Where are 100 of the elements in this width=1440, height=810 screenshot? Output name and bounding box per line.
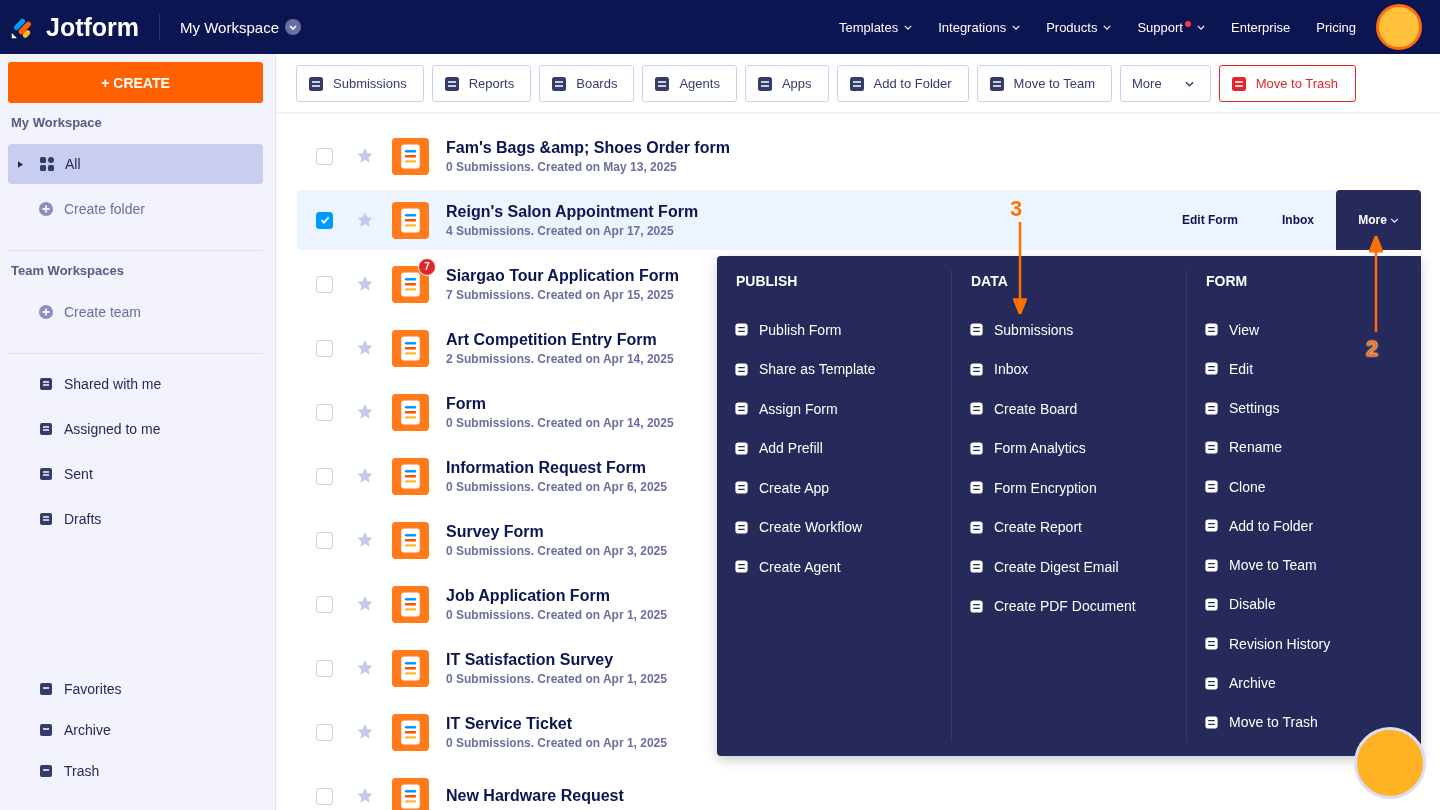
sidebar-item[interactable]: Create team xyxy=(8,292,263,332)
form-title[interactable]: IT Service Ticket xyxy=(446,714,667,733)
form-row[interactable]: Information Request Form 0 Submissions. Created on Apr 6, 2025 xyxy=(297,446,679,506)
checkbox[interactable] xyxy=(316,339,333,357)
sidebar-item[interactable]: Drafts xyxy=(8,499,263,539)
form-row[interactable]: Fam's Bags &amp; Shoes Order form 0 Submissions. Created on May 13, 2025 xyxy=(297,126,742,186)
checkbox[interactable] xyxy=(316,595,333,613)
checkbox[interactable] xyxy=(316,403,333,421)
star-icon[interactable] xyxy=(356,531,374,549)
nav-link[interactable]: Enterprise xyxy=(1231,19,1291,35)
toolbar-button[interactable]: More xyxy=(1120,65,1211,102)
toolbar-button[interactable]: Submissions xyxy=(296,65,424,102)
toolbar-button[interactable]: Boards xyxy=(539,65,635,102)
menu-item[interactable]: Form Encryption xyxy=(969,468,1097,508)
menu-item[interactable]: Inbox xyxy=(969,349,1029,389)
form-row[interactable]: Form 0 Submissions. Created on Apr 14, 2025 xyxy=(297,382,686,442)
menu-item[interactable]: Form Analytics xyxy=(969,428,1086,468)
form-title[interactable]: Siargao Tour Application Form xyxy=(446,266,679,285)
checkbox[interactable] xyxy=(316,211,333,229)
star-icon[interactable] xyxy=(356,723,374,741)
sidebar-item[interactable]: Sent xyxy=(8,454,263,494)
menu-item[interactable]: View xyxy=(1204,310,1260,350)
nav-link[interactable]: Products xyxy=(1046,19,1112,35)
form-title[interactable]: Job Application Form xyxy=(446,586,667,605)
sidebar-item[interactable]: Assigned to me xyxy=(8,409,263,449)
checkbox[interactable] xyxy=(316,147,333,165)
row-action-button[interactable]: More xyxy=(1336,190,1421,250)
logo-text[interactable]: Jotform xyxy=(46,12,140,42)
menu-item[interactable]: Add to Folder xyxy=(1204,506,1314,546)
form-row[interactable]: New Hardware Request xyxy=(297,766,636,810)
nav-link[interactable]: Integrations xyxy=(938,19,1021,35)
nav-link[interactable]: Templates xyxy=(838,19,913,35)
checkbox[interactable] xyxy=(316,531,333,549)
menu-item[interactable]: Create App xyxy=(734,468,830,508)
checkbox[interactable] xyxy=(316,275,333,293)
checkbox[interactable] xyxy=(316,787,333,805)
menu-item[interactable]: Create Board xyxy=(969,389,1078,429)
form-row[interactable]: 7 Siargao Tour Application Form 7 Submissions. Created on Apr 15, 2025 xyxy=(297,254,691,314)
sidebar-item[interactable]: Shared with me xyxy=(8,364,263,404)
star-icon[interactable] xyxy=(356,275,374,293)
sidebar-item[interactable]: Favorites xyxy=(8,671,263,707)
menu-item[interactable]: Clone xyxy=(1204,467,1266,507)
checkbox[interactable] xyxy=(316,723,333,741)
menu-item[interactable]: Rename xyxy=(1204,427,1282,468)
sidebar-item[interactable]: Trash xyxy=(8,753,263,789)
star-icon[interactable] xyxy=(356,595,374,613)
form-row[interactable]: IT Satisfaction Survey 0 Submissions. Created on Apr 1, 2025 xyxy=(297,638,679,698)
menu-item[interactable]: Create Report xyxy=(969,507,1082,547)
nav-link[interactable]: Support xyxy=(1137,19,1205,35)
form-row[interactable]: Survey Form 0 Submissions. Created on Apr 3, 2025 xyxy=(297,510,679,570)
menu-item[interactable]: Settings xyxy=(1204,388,1280,428)
form-title[interactable]: Reign's Salon Appointment Form xyxy=(446,202,699,221)
menu-item[interactable]: Submissions xyxy=(969,310,1074,350)
star-icon[interactable] xyxy=(356,659,374,677)
menu-item[interactable]: Create Digest Email xyxy=(969,547,1119,587)
checkbox[interactable] xyxy=(316,467,333,485)
menu-item[interactable]: Revision History xyxy=(1204,624,1331,664)
sidebar-item[interactable]: All xyxy=(8,144,263,184)
user-avatar[interactable] xyxy=(1376,4,1422,50)
row-action-button[interactable]: Edit Form xyxy=(1160,190,1260,250)
star-icon[interactable] xyxy=(356,403,374,421)
menu-item[interactable]: Create Workflow xyxy=(734,507,863,547)
star-icon[interactable] xyxy=(356,787,374,805)
menu-item[interactable]: Edit xyxy=(1204,349,1254,389)
form-title[interactable]: New Hardware Request xyxy=(446,787,624,805)
form-title[interactable]: Fam's Bags &amp; Shoes Order form xyxy=(446,138,730,157)
star-icon[interactable] xyxy=(356,339,374,357)
form-row[interactable]: Art Competition Entry Form 2 Submissions. Created on Apr 14, 2025 xyxy=(297,318,686,378)
nav-link[interactable]: Pricing xyxy=(1316,19,1356,35)
form-row[interactable]: IT Service Ticket 0 Submissions. Created on Apr 1, 2025 xyxy=(297,702,679,762)
form-title[interactable]: Art Competition Entry Form xyxy=(446,330,674,349)
menu-item[interactable]: Add Prefill xyxy=(734,428,823,468)
menu-item[interactable]: Share as Template xyxy=(734,349,876,389)
expand-icon[interactable] xyxy=(18,160,23,168)
star-icon[interactable] xyxy=(356,211,374,229)
sidebar-item[interactable]: Create folder xyxy=(8,189,263,229)
menu-item[interactable]: Move to Team xyxy=(1204,545,1317,585)
form-row[interactable]: Job Application Form 0 Submissions. Created on Apr 1, 2025 xyxy=(297,574,679,634)
menu-item[interactable]: Create Agent xyxy=(734,547,841,587)
row-action-button[interactable]: Inbox xyxy=(1260,190,1336,250)
checkbox[interactable] xyxy=(316,659,333,677)
toolbar-button[interactable]: Move to Team xyxy=(976,65,1113,102)
toolbar-button[interactable]: Add to Folder xyxy=(836,65,969,102)
form-title[interactable]: Survey Form xyxy=(446,522,667,541)
menu-item[interactable]: Assign Form xyxy=(734,389,838,429)
form-title[interactable]: IT Satisfaction Survey xyxy=(446,650,667,669)
star-icon[interactable] xyxy=(356,147,374,165)
menu-item[interactable]: Disable xyxy=(1204,584,1276,625)
menu-item[interactable]: Archive xyxy=(1204,663,1276,703)
form-title[interactable]: Form xyxy=(446,394,674,413)
toolbar-button[interactable]: Move to Trash xyxy=(1218,65,1357,102)
menu-item[interactable]: Publish Form xyxy=(734,310,842,350)
menu-item[interactable]: Create PDF Document xyxy=(969,586,1136,626)
sidebar-item[interactable]: Archive xyxy=(8,712,263,748)
workspace-dropdown[interactable]: My Workspace xyxy=(180,18,301,36)
form-title[interactable]: Information Request Form xyxy=(446,458,667,477)
toolbar-button[interactable]: Reports xyxy=(431,65,532,102)
menu-item[interactable]: Move to Trash xyxy=(1204,702,1318,742)
star-icon[interactable] xyxy=(356,467,374,485)
toolbar-button[interactable]: Apps xyxy=(744,65,829,102)
